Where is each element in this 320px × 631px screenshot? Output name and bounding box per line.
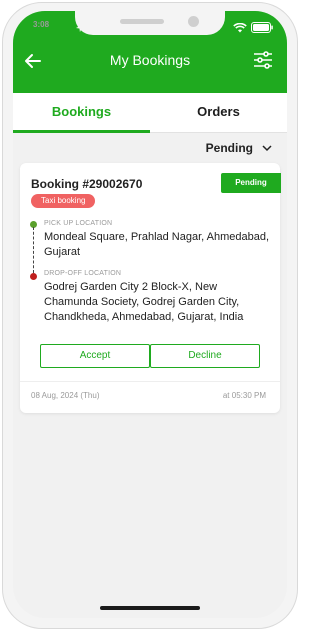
booking-time: at 05:30 PM [222,391,266,400]
booking-type-tag: Taxi booking [31,194,96,208]
battery-icon [251,22,273,33]
status-filter-value: Pending [205,141,253,155]
speaker [120,19,164,24]
tab-bookings[interactable]: Bookings [13,93,150,133]
phone-notch [75,11,225,35]
page-title: My Bookings [109,52,191,68]
pickup-label: PICK UP LOCATION [44,220,113,227]
dropoff-dot-icon [30,273,37,280]
divider [20,381,280,382]
booking-id: Booking #29002670 [31,177,143,191]
pickup-address: Mondeal Square, Prahlad Nagar, Ahmedabad… [44,231,270,258]
route-line [33,227,34,273]
app-screen: 3:08 My Bookings Bookings Orders Pending… [13,11,287,618]
accept-button[interactable]: Accept [40,344,150,368]
app-bar: 3:08 My Bookings [13,11,287,93]
camera [188,16,199,27]
status-badge: Pending [221,173,281,193]
booking-card[interactable]: Booking #29002670 Pending Taxi booking P… [20,163,281,413]
sliders-icon [254,51,272,69]
phone-frame: 3:08 My Bookings Bookings Orders Pending… [2,2,298,629]
home-indicator[interactable] [100,606,200,610]
dropoff-address: Godrej Garden City 2 Block-X, New Chamun… [44,281,244,323]
filter-button[interactable] [251,48,275,72]
tab-orders[interactable]: Orders [150,93,287,132]
dropoff-label: DROP-OFF LOCATION [44,270,122,277]
wifi-icon [233,22,247,32]
status-icons [233,22,273,33]
status-filter-dropdown[interactable]: Pending [206,141,273,155]
chevron-down-icon [262,145,272,152]
tab-bar: Bookings Orders [13,93,287,133]
decline-button[interactable]: Decline [150,344,260,368]
booking-date: 08 Aug, 2024 (Thu) [31,391,100,400]
